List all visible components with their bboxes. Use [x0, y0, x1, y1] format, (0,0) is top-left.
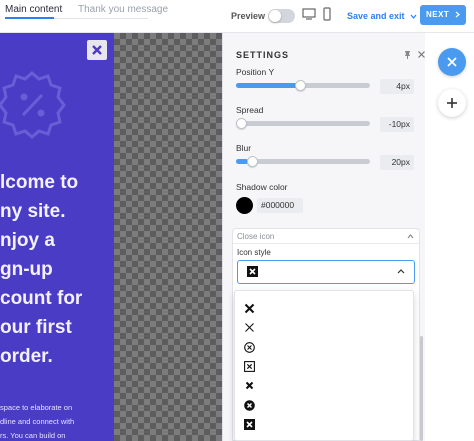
spread-input[interactable]: -10px: [380, 117, 414, 132]
slider-thumb[interactable]: [295, 80, 306, 91]
body-line: rs. You can build on: [0, 431, 66, 440]
body-line: space to elaborate on: [0, 403, 73, 412]
blur-slider[interactable]: [236, 156, 370, 167]
chevron-right-icon: [455, 11, 460, 18]
x-thin-icon[interactable]: [244, 322, 255, 333]
desktop-view-icon[interactable]: [302, 8, 316, 20]
slider-thumb[interactable]: [247, 156, 258, 167]
spread-label: Spread: [236, 105, 264, 115]
blur-label: Blur: [236, 143, 252, 153]
headline-line: gn-up: [0, 259, 53, 280]
headline-line: ny site.: [0, 201, 66, 222]
shadow-color-input[interactable]: #000000: [257, 198, 303, 213]
transparent-canvas-background: [114, 33, 222, 441]
position-y-label: Position Y: [236, 67, 275, 77]
plus-icon: [447, 98, 457, 108]
close-icon: [92, 45, 102, 55]
preview-toggle[interactable]: [268, 9, 295, 23]
popup-headline: lcome to ny site. njoy a gn-up count for…: [0, 168, 114, 371]
chevron-down-icon: [410, 14, 417, 20]
save-and-exit-button[interactable]: Save and exit: [347, 10, 417, 22]
headline-line: count for: [0, 288, 83, 309]
close-icon[interactable]: [417, 50, 426, 59]
chevron-up-icon: [397, 269, 405, 274]
section-title[interactable]: Close icon: [237, 232, 274, 242]
x-bold-icon[interactable]: [244, 303, 255, 314]
scrollbar[interactable]: [420, 336, 423, 441]
slider-fill: [236, 83, 300, 88]
blur-input[interactable]: 20px: [380, 155, 414, 170]
body-line: dline and connect with: [0, 417, 75, 426]
close-editor-button[interactable]: [438, 48, 466, 76]
position-y-input[interactable]: 4px: [380, 79, 414, 94]
save-and-exit-label: Save and exit: [347, 11, 405, 21]
x-square-filled-icon[interactable]: [244, 419, 255, 430]
settings-title: SETTINGS: [236, 50, 290, 60]
popup-body-text: space to elaborate on dline and connect …: [0, 401, 114, 441]
headline-line: njoy a: [0, 230, 55, 251]
popup-preview[interactable]: lcome to ny site. njoy a gn-up count for…: [0, 33, 114, 441]
icon-style-dropdown: [234, 290, 414, 441]
headline-line: our first: [0, 317, 72, 338]
active-tab-indicator: [5, 17, 54, 19]
tab-thank-you-message[interactable]: Thank you message: [78, 3, 168, 17]
position-y-slider[interactable]: [236, 80, 370, 91]
top-bar: Main content Thank you message Preview S…: [0, 0, 474, 33]
x-circle-outline-icon[interactable]: [244, 342, 255, 353]
close-icon: [447, 57, 457, 67]
tab-main-content[interactable]: Main content: [5, 3, 62, 17]
next-button[interactable]: NEXT: [420, 5, 466, 25]
toggle-knob: [269, 10, 281, 22]
discount-badge-icon: [0, 71, 66, 139]
x-square-filled-icon: [247, 266, 258, 277]
shadow-color-label: Shadow color: [236, 182, 288, 192]
x-small-bold-icon[interactable]: [244, 380, 255, 391]
spread-slider[interactable]: [236, 118, 370, 129]
pin-icon[interactable]: [403, 50, 412, 59]
headline-line: lcome to: [0, 172, 79, 193]
next-label: NEXT: [425, 10, 450, 19]
icon-style-select[interactable]: [237, 260, 415, 284]
popup-close-button[interactable]: [87, 40, 107, 60]
preview-label: Preview: [231, 11, 266, 21]
shadow-color-swatch[interactable]: [236, 197, 253, 214]
headline-line: order.: [0, 346, 53, 367]
divider: [233, 243, 419, 244]
x-circle-filled-icon[interactable]: [244, 400, 255, 411]
x-square-outline-icon[interactable]: [244, 361, 255, 372]
chevron-up-icon[interactable]: [407, 234, 414, 239]
slider-thumb[interactable]: [236, 118, 247, 129]
add-element-button[interactable]: [438, 89, 466, 117]
icon-style-label: Icon style: [237, 248, 271, 257]
mobile-view-icon[interactable]: [323, 7, 331, 21]
